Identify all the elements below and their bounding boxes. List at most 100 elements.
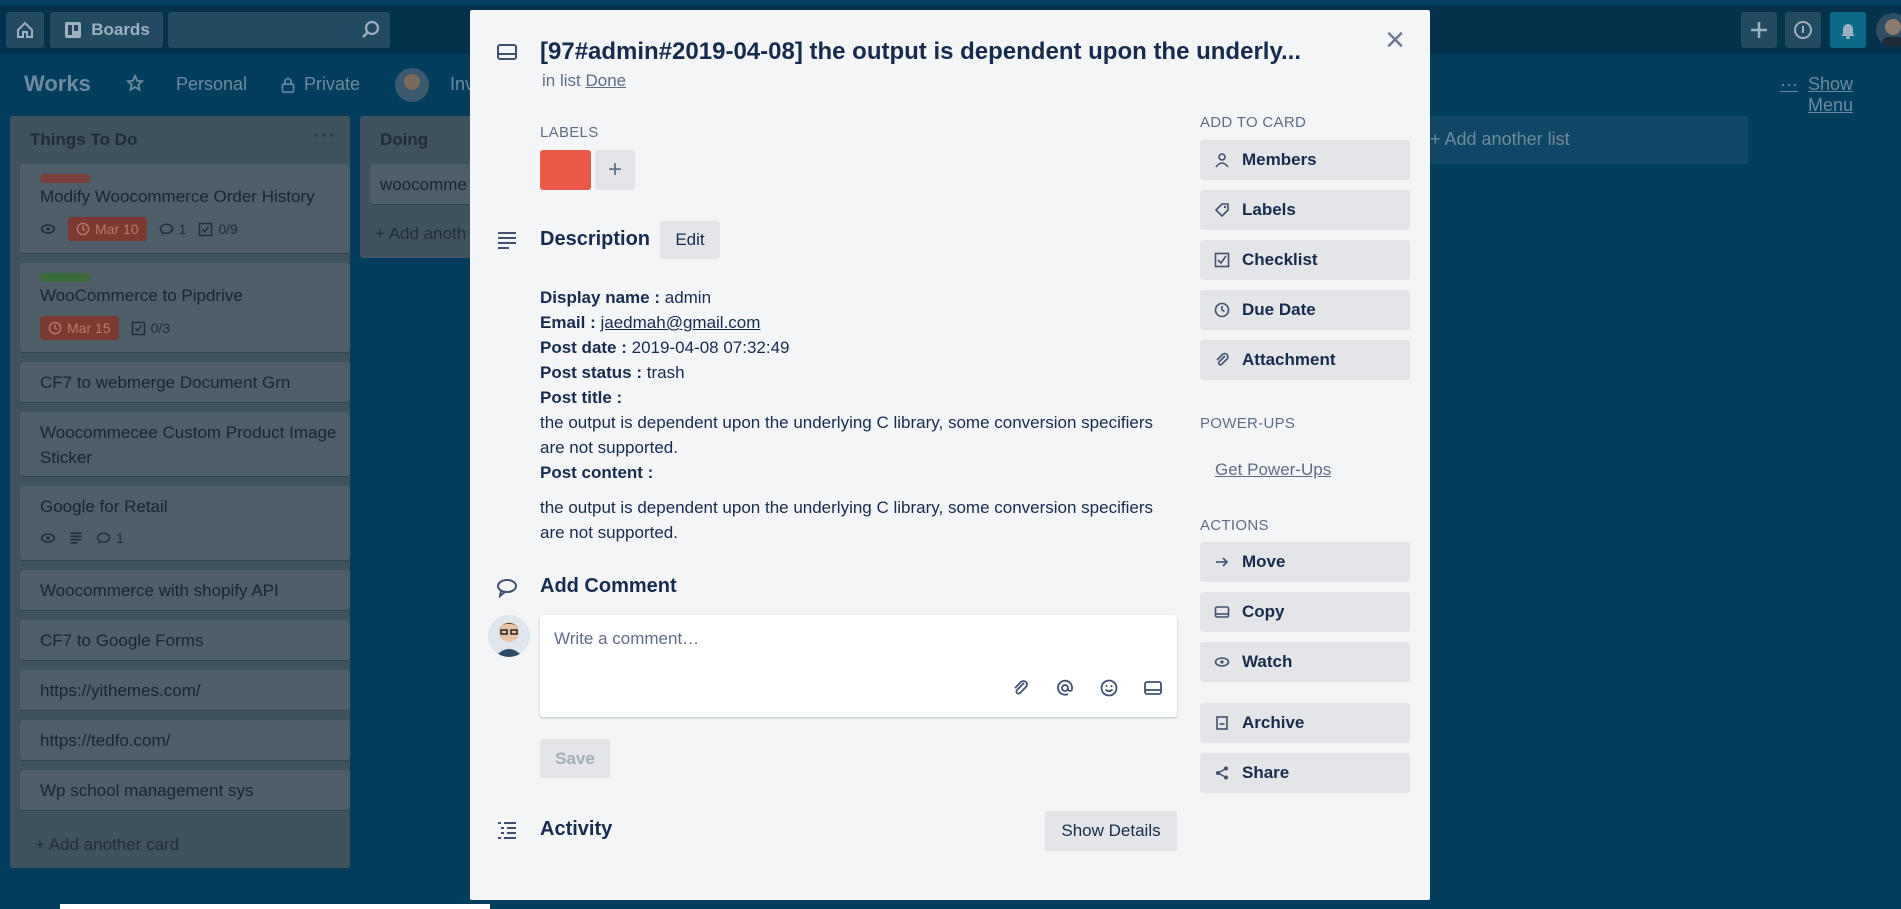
search-input[interactable]	[168, 12, 390, 48]
clock-icon	[1214, 302, 1230, 318]
tag-icon	[1214, 203, 1229, 218]
user-avatar[interactable]	[1876, 13, 1901, 47]
emoji-button[interactable]	[1099, 678, 1119, 703]
desc-value: 2019-04-08 07:32:49	[631, 338, 790, 357]
members-button[interactable]: Members	[1200, 140, 1410, 180]
checklist-button[interactable]: Checklist	[1200, 240, 1410, 280]
card-title[interactable]: [97#admin#2019-04-08] the output is depe…	[540, 38, 1301, 66]
attach-button[interactable]	[1011, 678, 1031, 703]
checklist-icon	[199, 222, 213, 236]
card-custom-product-image[interactable]: Woocommecee Custom Product Image Sticker	[20, 412, 350, 477]
due-date: Mar 15	[67, 320, 111, 336]
card-wp-school[interactable]: Wp school management sys	[20, 770, 350, 811]
close-button[interactable]: ×	[1380, 23, 1410, 57]
desc-value: are not supported.	[540, 523, 678, 542]
label-chip[interactable]	[540, 150, 591, 190]
scrollbar[interactable]	[60, 904, 490, 909]
mention-button[interactable]	[1055, 678, 1075, 703]
plus-icon	[1751, 22, 1767, 38]
activity-heading: Activity	[540, 818, 613, 840]
desc-key: Post content :	[540, 463, 654, 482]
star-button[interactable]	[126, 74, 144, 92]
show-menu-button[interactable]: ··· Show Menu	[1780, 74, 1901, 116]
card-title: Wp school management sys	[40, 781, 254, 800]
card-modify-woocommerce[interactable]: Modify Woocommerce Order History Mar 10 …	[20, 164, 350, 254]
get-powerups-link[interactable]: Get Power-Ups	[1215, 460, 1331, 480]
checklist-label: Checklist	[1242, 250, 1318, 269]
edit-description-button[interactable]: Edit	[660, 221, 720, 259]
email-link[interactable]: jaedmah@gmail.com	[600, 313, 760, 332]
watch-icon	[40, 533, 56, 543]
add-list-button[interactable]: + Add another list	[1430, 116, 1748, 164]
add-label-button[interactable]: +	[595, 150, 635, 190]
avatar-icon	[1882, 19, 1901, 47]
card-title: CF7 to webmerge Document Grn	[40, 373, 291, 392]
paperclip-icon	[1216, 352, 1229, 366]
checklist-icon	[1214, 252, 1230, 268]
copy-button[interactable]: Copy	[1200, 592, 1410, 632]
add-card-button[interactable]: + Add anoth	[375, 224, 466, 244]
info-button[interactable]	[1785, 12, 1821, 48]
share-button[interactable]: Share	[1200, 753, 1410, 793]
member-avatar[interactable]	[395, 68, 429, 102]
desc-key: Post title :	[540, 388, 623, 407]
create-button[interactable]	[1741, 12, 1777, 48]
team-button[interactable]: Personal	[176, 74, 247, 95]
comment-input[interactable]	[540, 615, 1177, 675]
card-title-line: Sticker	[40, 448, 92, 467]
card-tedfo[interactable]: https://tedfo.com/	[20, 720, 350, 761]
in-list-prefix: in list	[542, 71, 581, 90]
archive-icon	[1216, 716, 1228, 730]
desc-value: are not supported.	[540, 438, 678, 457]
card-woocommerce-shopify[interactable]: Woocommerce with shopify API	[20, 570, 350, 611]
show-menu-label: Show Menu	[1807, 74, 1854, 115]
star-icon	[126, 74, 144, 92]
card-title: Woocommerce with shopify API	[40, 581, 279, 600]
list-title[interactable]: Things To Do	[30, 130, 137, 150]
card-cf7-webmerge[interactable]: CF7 to webmerge Document Grn	[20, 362, 350, 403]
desc-value: admin	[664, 288, 712, 307]
card-title: Modify Woocommerce Order History	[40, 187, 315, 206]
archive-button[interactable]: Archive	[1200, 703, 1410, 743]
watch-button[interactable]: Watch	[1200, 642, 1410, 682]
labels-heading: LABELS	[540, 124, 599, 141]
list-title[interactable]: Doing	[380, 130, 428, 150]
close-icon: ×	[1385, 21, 1405, 59]
due-badge: Mar 15	[40, 316, 119, 340]
card-cf7-google-forms[interactable]: CF7 to Google Forms	[20, 620, 350, 661]
card-title: WooCommerce to Pipdrive	[40, 286, 243, 305]
visibility-label: Private	[304, 74, 361, 94]
card-icon	[495, 40, 519, 69]
labels-button[interactable]: Labels	[1200, 190, 1410, 230]
move-button[interactable]: Move	[1200, 542, 1410, 582]
card-woocomme[interactable]: woocomme	[370, 164, 475, 205]
show-details-button[interactable]: Show Details	[1045, 811, 1177, 851]
card-woocommerce-pipdrive[interactable]: WooCommerce to Pipdrive Mar 15 0/3	[20, 263, 350, 353]
save-comment-button[interactable]: Save	[540, 739, 610, 778]
archive-label: Archive	[1242, 713, 1305, 732]
labels-label: Labels	[1242, 200, 1296, 219]
boards-button[interactable]: Boards	[50, 12, 163, 48]
avatar-icon	[488, 615, 530, 657]
due-date-button[interactable]: Due Date	[1200, 290, 1410, 330]
bell-icon	[1841, 24, 1855, 40]
card-google-retail[interactable]: Google for Retail 1	[20, 486, 350, 561]
home-button[interactable]	[6, 12, 44, 48]
lock-icon	[281, 77, 295, 93]
card-yithemes[interactable]: https://yithemes.com/	[20, 670, 350, 711]
board-title[interactable]: Works	[24, 71, 91, 97]
card-title: woocomme	[380, 175, 467, 194]
plus-icon: +	[607, 156, 622, 183]
description-heading: Description	[540, 228, 651, 250]
add-comment-heading: Add Comment	[540, 575, 677, 597]
paperclip-icon	[1014, 680, 1028, 695]
add-card-button[interactable]: + Add another card	[35, 835, 179, 855]
attachment-button[interactable]: Attachment	[1200, 340, 1410, 380]
visibility-button[interactable]: Private	[280, 74, 360, 95]
comment-icon	[495, 575, 519, 604]
notifications-button[interactable]	[1830, 12, 1866, 48]
card-link-button[interactable]	[1143, 678, 1163, 703]
list-menu-button[interactable]: ···	[313, 124, 336, 147]
in-list-link[interactable]: Done	[585, 71, 626, 90]
